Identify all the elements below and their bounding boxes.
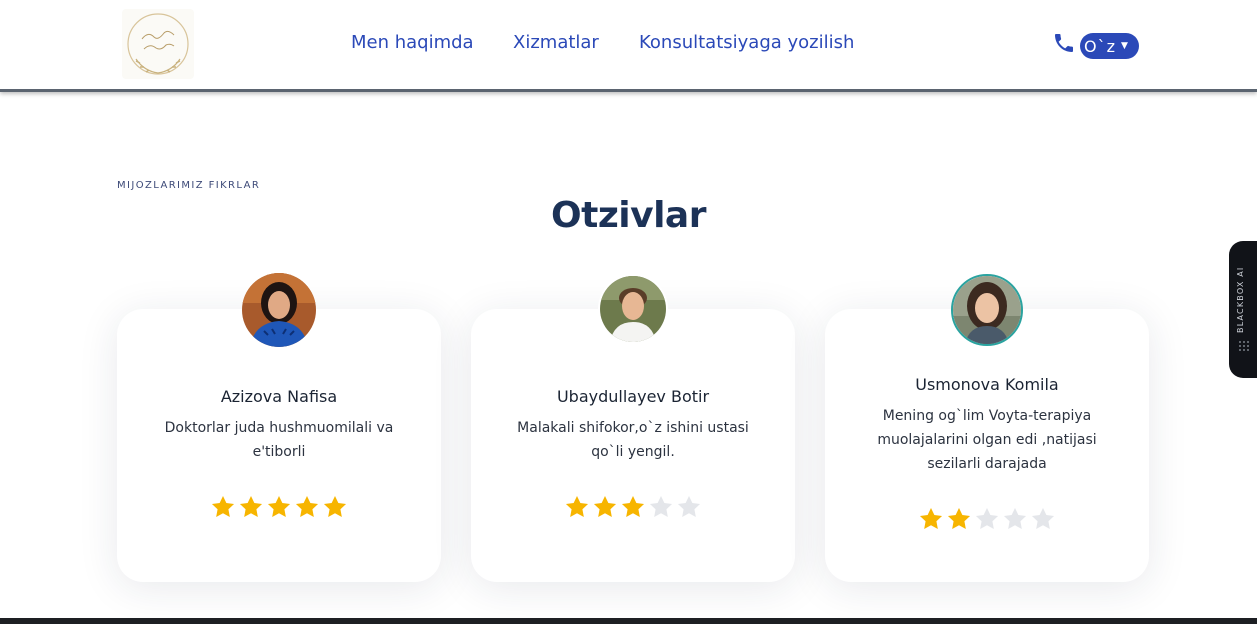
- side-widget-label: BLACKBOX AI: [1236, 266, 1245, 333]
- avatar: [242, 273, 316, 347]
- star-filled-icon: [918, 506, 944, 532]
- review-card: Azizova Nafisa Doktorlar juda hushmuomil…: [117, 309, 441, 582]
- star-filled-icon: [564, 494, 590, 520]
- blackbox-ai-widget[interactable]: BLACKBOX AI: [1229, 241, 1257, 378]
- review-card: Usmonova Komila Mening og`lim Voyta-tera…: [825, 309, 1149, 582]
- language-label: O`z: [1084, 36, 1116, 56]
- avatar: [951, 274, 1023, 346]
- star-filled-icon: [266, 494, 292, 520]
- phone-icon[interactable]: [1052, 31, 1076, 55]
- star-filled-icon: [294, 494, 320, 520]
- chevron-down-icon: ▼: [1121, 41, 1128, 51]
- rating-stars: [825, 506, 1149, 532]
- review-card: Ubaydullayev Botir Malakali shifokor,o`z…: [471, 309, 795, 582]
- nav-xizmatlar[interactable]: Xizmatlar: [513, 32, 599, 53]
- star-empty-icon: [974, 506, 1000, 532]
- nav-men-haqimda[interactable]: Men haqimda: [351, 32, 474, 53]
- nav-konsultatsiya[interactable]: Konsultatsiyaga yozilish: [639, 32, 854, 53]
- footer-bar: [0, 618, 1257, 624]
- star-empty-icon: [676, 494, 702, 520]
- site-header: Men haqimda Xizmatlar Konsultatsiyaga yo…: [0, 0, 1257, 92]
- review-text: Mening og`lim Voyta-terapiya muolajalari…: [877, 408, 1097, 472]
- section-title: Otzivlar: [551, 195, 706, 236]
- rating-stars: [471, 494, 795, 520]
- star-empty-icon: [648, 494, 674, 520]
- reviewer-name: Ubaydullayev Botir: [556, 387, 710, 406]
- brand-logo[interactable]: [122, 9, 194, 79]
- review-text: Doktorlar juda hushmuomilali va e'tiborl…: [164, 420, 394, 460]
- dots-icon: [1239, 341, 1249, 351]
- wreath-logo-icon: [127, 13, 189, 75]
- review-text: Malakali shifokor,o`z ishini ustasi qo`l…: [517, 420, 749, 460]
- language-selector[interactable]: O`z ▼: [1080, 33, 1139, 59]
- star-filled-icon: [210, 494, 236, 520]
- avatar: [600, 276, 666, 342]
- star-empty-icon: [1030, 506, 1056, 532]
- star-empty-icon: [1002, 506, 1028, 532]
- section-eyebrow: MIJOZLARIMIZ FIKRLAR: [117, 180, 261, 191]
- reviewer-name: Usmonova Komila: [915, 375, 1059, 394]
- star-filled-icon: [946, 506, 972, 532]
- star-filled-icon: [592, 494, 618, 520]
- star-filled-icon: [238, 494, 264, 520]
- star-filled-icon: [322, 494, 348, 520]
- reviewer-name: Azizova Nafisa: [220, 387, 338, 406]
- star-filled-icon: [620, 494, 646, 520]
- rating-stars: [117, 494, 441, 520]
